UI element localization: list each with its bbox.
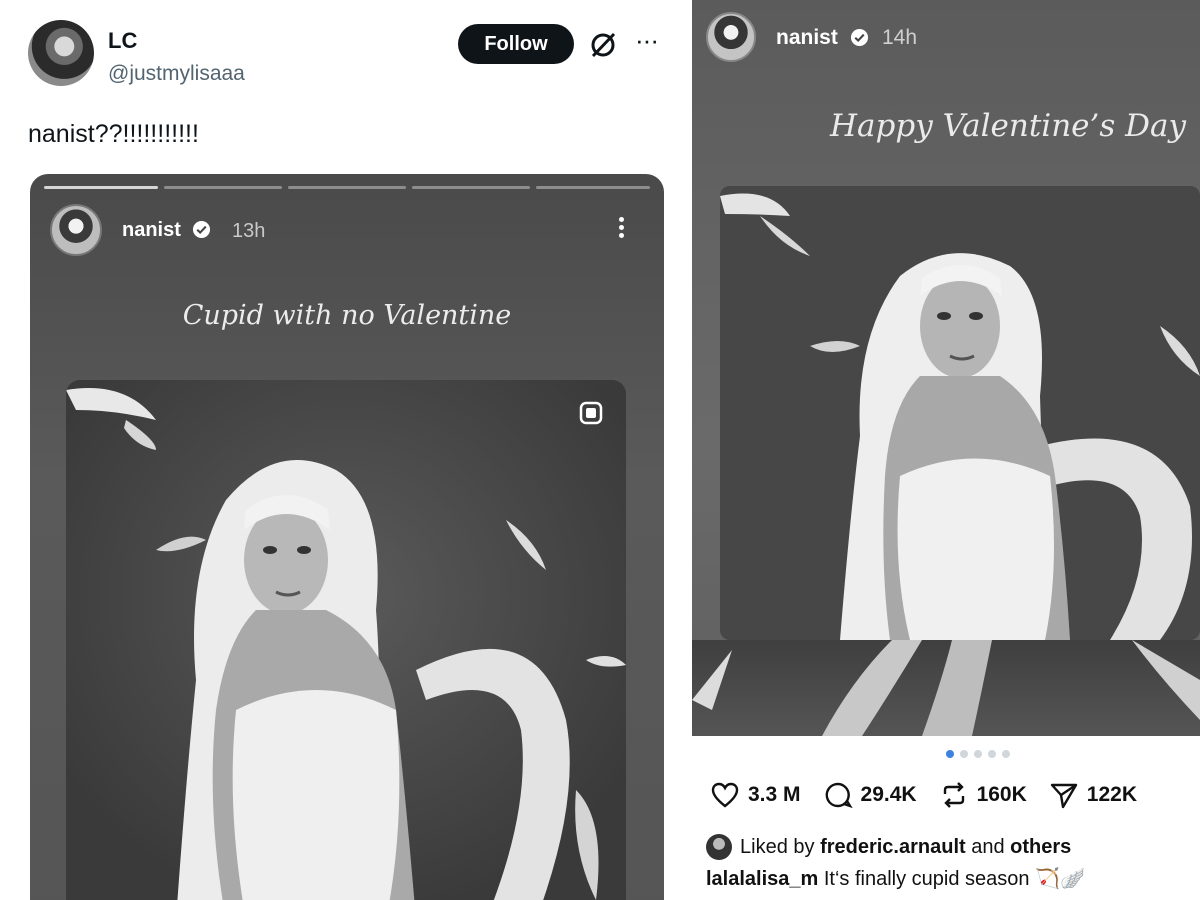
comment-button[interactable]: 29.4K	[823, 780, 917, 810]
engagement-bar: 3.3 M 29.4K 160K 122K	[710, 780, 1159, 810]
heart-icon	[711, 782, 739, 808]
tweet-avatar[interactable]	[28, 20, 94, 86]
liked-by-and: and	[971, 835, 1005, 858]
share-count: 122K	[1086, 783, 1137, 806]
caption-username[interactable]: lalalalisa_m	[706, 868, 818, 890]
more-options-icon[interactable]: ···	[635, 27, 659, 53]
threads-username-text: nanist	[776, 26, 838, 49]
story-photo	[66, 380, 626, 900]
liked-by-user[interactable]: frederic.arnault	[820, 836, 966, 859]
story-screenshot[interactable]: nanist 13h Cupid with no Valentine	[30, 174, 664, 900]
repost-count: 160K	[976, 783, 1027, 806]
send-icon	[1050, 783, 1077, 809]
carousel-dot[interactable]	[974, 750, 982, 758]
story-progress-segment	[44, 186, 158, 189]
like-button[interactable]: 3.3 M	[710, 780, 801, 810]
verified-badge-icon	[193, 220, 211, 239]
liker-avatar[interactable]	[706, 834, 732, 860]
story-avatar[interactable]	[50, 204, 102, 256]
story-menu-icon[interactable]	[616, 214, 626, 244]
threads-time: 14h	[882, 26, 918, 49]
story-username-text: nanist	[122, 219, 181, 241]
verified-badge-icon	[850, 28, 868, 47]
threads-username[interactable]: nanist	[776, 26, 869, 50]
repost-button[interactable]: 160K	[939, 780, 1027, 810]
threads-post-media[interactable]: nanist 14h Happy Valentine’s Day	[692, 0, 1200, 736]
follow-button[interactable]: Follow	[458, 24, 574, 64]
liked-by-others[interactable]: others	[1010, 836, 1071, 859]
story-progress-segment	[536, 186, 650, 189]
repost-icon	[943, 782, 964, 808]
carousel-dot[interactable]	[1002, 750, 1010, 758]
liked-by-prefix: Liked by	[740, 835, 815, 858]
story-progress-segment	[288, 186, 406, 189]
carousel-dot[interactable]	[988, 750, 996, 758]
story-time: 13h	[232, 220, 266, 242]
tweet-display-name[interactable]: LC	[108, 28, 137, 54]
angel-portrait-image	[720, 186, 1200, 640]
share-button[interactable]: 122K	[1049, 780, 1137, 810]
tweet-handle[interactable]: @justmylisaaa	[108, 62, 245, 86]
story-caption: Cupid with no Valentine	[182, 300, 512, 331]
liked-by-row[interactable]: Liked by frederic.arnault and others	[706, 834, 1071, 860]
comment-icon	[825, 782, 853, 809]
story-progress-segment	[412, 186, 530, 189]
like-count: 3.3 M	[748, 783, 801, 806]
post-caption-row: lalalalisa_m It‘s finally cupid season 🏹…	[706, 866, 1085, 891]
angel-portrait-image	[66, 380, 626, 900]
tweet-text: nanist??!!!!!!!!!!!	[28, 120, 199, 148]
tweet-panel: LC @justmylisaaa Follow ··· nanist??!!!!…	[0, 0, 688, 900]
screenshot-collage: LC @justmylisaaa Follow ··· nanist??!!!!…	[0, 0, 1200, 900]
story-progress-segment	[164, 186, 282, 189]
legs-image	[692, 640, 1200, 736]
threads-caption: Happy Valentine’s Day	[830, 108, 1186, 144]
carousel-dots[interactable]	[946, 750, 1010, 758]
comment-count: 29.4K	[860, 783, 917, 806]
threads-panel: nanist 14h Happy Valentine’s Day 3.3 M 2…	[692, 0, 1200, 900]
caption-text: It‘s finally cupid season 🏹🪽	[823, 868, 1085, 890]
carousel-dot[interactable]	[960, 750, 968, 758]
threads-photo	[720, 186, 1200, 640]
grok-icon[interactable]	[588, 30, 618, 60]
threads-avatar[interactable]	[706, 12, 756, 62]
story-username[interactable]: nanist	[122, 219, 211, 242]
multi-photo-icon	[579, 401, 603, 425]
carousel-dot-active[interactable]	[946, 750, 954, 758]
threads-photo-bottom	[692, 640, 1200, 736]
